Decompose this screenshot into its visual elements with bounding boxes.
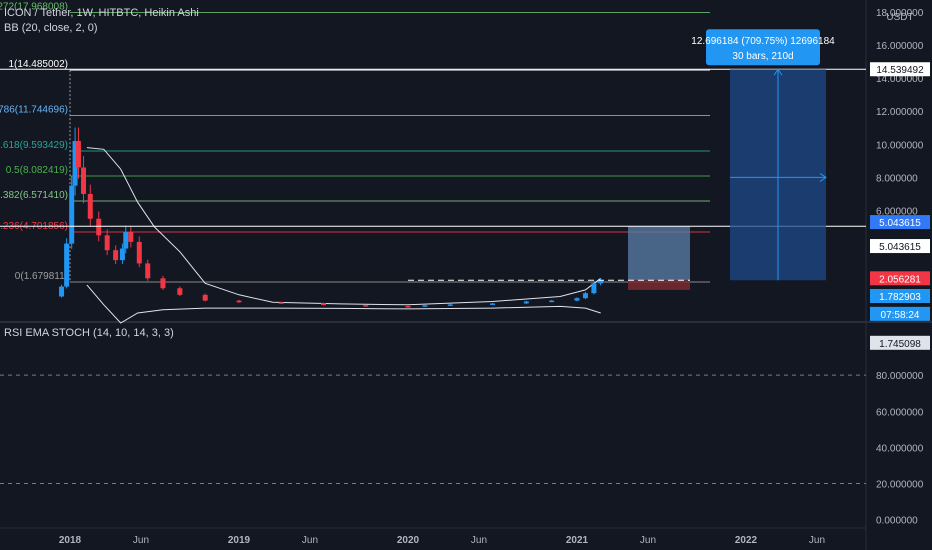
candle-body — [104, 235, 110, 251]
rsi-tick-label: 80.000000 — [876, 371, 924, 382]
candle-body — [75, 141, 81, 168]
candle-body — [128, 231, 134, 242]
candle-body — [160, 278, 166, 289]
candle-body — [549, 300, 555, 303]
candle-body — [591, 283, 597, 294]
candle-body — [64, 243, 70, 287]
rsi-tick-label: 60.000000 — [876, 407, 924, 418]
candle-body — [59, 286, 65, 297]
time-tick-label: Jun — [640, 535, 656, 546]
candle-body — [490, 303, 495, 305]
price-tag-label: 14.539492 — [876, 65, 924, 76]
time-tick-label: Jun — [133, 535, 149, 546]
candle-body — [422, 305, 428, 307]
price-tag-label: 5.043615 — [879, 218, 921, 229]
rsi-indicator-label: RSI EMA STOCH (14, 10, 14, 3, 3) — [4, 327, 174, 339]
bb-indicator-label: BB (20, close, 2, 0) — [4, 22, 98, 34]
candle-body — [113, 250, 119, 261]
symbol-title: ICON / Tether, 1W, HITBTC, Heikin Ashi — [4, 7, 199, 19]
candle-body — [145, 263, 151, 279]
rsi-tick-label: 20.000000 — [876, 479, 924, 490]
candle-body — [96, 218, 102, 236]
candle-body — [202, 294, 208, 301]
price-tag-label: 07:58:24 — [881, 310, 920, 321]
price-tag-label: 5.043615 — [879, 242, 921, 253]
position-stop-zone — [628, 280, 690, 290]
fib-level-label: 0(1.679811) — [15, 271, 68, 282]
candle-body — [363, 305, 369, 307]
rsi-tick-label: 40.000000 — [876, 443, 924, 454]
candle-body — [177, 288, 183, 295]
price-tag-label: 2.056281 — [879, 274, 921, 285]
fib-level-label: 0.5(8.082419) — [6, 165, 68, 176]
measure-duration-text: 30 bars, 210d — [732, 51, 793, 62]
candle-body — [69, 185, 75, 244]
chart-canvas[interactable]: 18.00000016.00000014.00000012.00000010.0… — [0, 0, 932, 550]
time-tick-label: 2022 — [735, 535, 758, 546]
fib-level-label: 1(14.485002) — [9, 59, 69, 70]
time-tick-label: Jun — [302, 535, 318, 546]
time-tick-label: Jun — [809, 535, 825, 546]
price-tag-label: 1.782903 — [879, 292, 921, 303]
candle-body — [574, 298, 580, 301]
candle-body — [236, 300, 242, 303]
currency-label[interactable]: USDT — [886, 12, 913, 23]
candle-body — [405, 306, 411, 308]
candle-body — [582, 293, 588, 299]
time-tick-label: 2021 — [566, 535, 589, 546]
candle-body — [119, 248, 125, 261]
candle-body — [278, 302, 284, 304]
fib-level-label: 0.618(9.593429) — [0, 140, 68, 151]
time-tick-label: Jun — [471, 535, 487, 546]
candle-body — [447, 304, 453, 306]
candle-body — [123, 231, 129, 249]
time-tick-label: 2020 — [397, 535, 420, 546]
price-tag-label: 1.745098 — [879, 339, 921, 350]
position-target-zone — [628, 226, 690, 281]
price-tick-label: 16.000000 — [876, 41, 924, 52]
price-tick-label: 12.000000 — [876, 107, 924, 118]
candle-body — [523, 301, 529, 304]
candle-body — [321, 303, 326, 306]
measure-change-text: 12.696184 (709.75%) 12696184 — [691, 36, 835, 47]
time-tick-label: 2019 — [228, 535, 251, 546]
candle-body — [87, 193, 93, 219]
price-tick-label: 8.000000 — [876, 173, 918, 184]
price-tick-label: 10.000000 — [876, 140, 924, 151]
time-tick-label: 2018 — [59, 535, 82, 546]
fib-level-label: 0.786(11.744696) — [0, 104, 68, 115]
fib-level-label: 0.382(6.571410) — [0, 190, 68, 201]
candle-body — [81, 167, 87, 194]
rsi-tick-label: 0.000000 — [876, 516, 918, 527]
candle-body — [136, 241, 142, 264]
